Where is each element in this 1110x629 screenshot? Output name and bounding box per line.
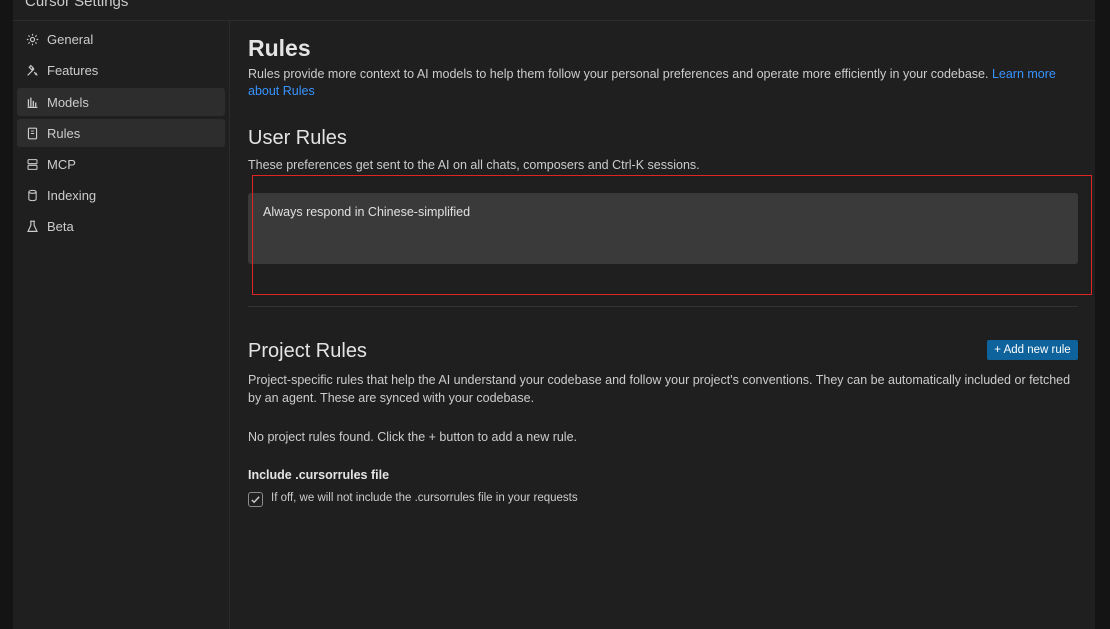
server-icon [25,157,39,171]
cursorrules-label: Include .cursorrules file [248,468,390,482]
project-rules-heading: Project Rules [248,340,367,362]
flask-icon [25,219,39,233]
sidebar-item-mcp[interactable]: MCP [17,150,225,178]
sidebar-item-beta[interactable]: Beta [17,212,225,240]
sidebar-item-models[interactable]: Models [17,88,225,116]
section-divider [248,306,1078,307]
page-description: Rules provide more context to AI models … [248,66,1078,100]
left-edge [0,0,13,629]
main-content: Rules Rules provide more context to AI m… [230,21,1095,629]
empty-rules-message: No project rules found. Click the + butt… [248,430,578,444]
sidebar: General Features Models Rules MCP Indexi… [13,21,230,629]
user-rules-heading: User Rules [248,127,347,149]
sidebar-item-label: Indexing [47,187,97,203]
window-title: Cursor Settings [25,0,129,10]
add-new-rule-button[interactable]: + Add new rule [987,340,1078,360]
user-rules-description: These preferences get sent to the AI on … [248,158,700,172]
sidebar-item-label: MCP [47,156,76,172]
sidebar-item-label: General [47,31,94,47]
sidebar-item-indexing[interactable]: Indexing [17,181,225,209]
sidebar-item-label: Models [47,94,89,110]
sidebar-item-label: Features [47,62,99,78]
sidebar-item-features[interactable]: Features [17,56,225,84]
cursorrules-checkbox[interactable] [248,492,263,507]
page-description-text: Rules provide more context to AI models … [248,67,992,81]
gear-icon [25,32,39,46]
database-icon [25,188,39,202]
document-icon [25,126,39,140]
title-bar: Cursor Settings [13,0,1095,21]
highlight-annotation [252,175,1092,295]
checkmark-icon [251,496,260,504]
sidebar-item-rules[interactable]: Rules [17,119,225,147]
sidebar-item-label: Rules [47,125,81,141]
sidebar-item-label: Beta [47,218,74,234]
cursorrules-description: If off, we will not include the .cursorr… [271,492,578,504]
right-edge [1095,0,1110,629]
project-rules-description: Project-specific rules that help the AI … [248,373,1071,405]
bar-chart-icon [25,95,39,109]
tools-icon [25,63,39,77]
settings-window: Cursor Settings General Features Models … [13,0,1095,629]
page-title: Rules [248,35,311,61]
sidebar-item-general[interactable]: General [17,25,225,53]
